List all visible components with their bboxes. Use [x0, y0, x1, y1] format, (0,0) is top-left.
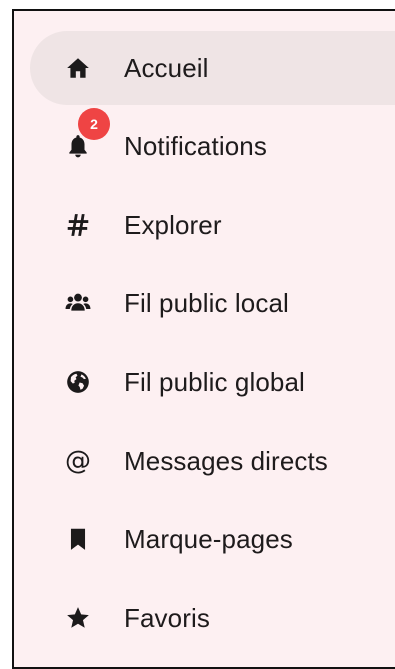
nav-item-notifications[interactable]: 2 Notifications — [14, 108, 395, 183]
nav-item-label: Accueil — [124, 52, 209, 83]
nav-item-label: Marque-pages — [124, 523, 293, 554]
at-icon: @ — [65, 446, 91, 476]
nav-item-label: Fil public local — [124, 287, 289, 318]
nav-item-explore[interactable]: Explorer — [14, 188, 395, 262]
main-navigation: Accueil 2 Notifications Explorer Fil pub… — [14, 11, 395, 656]
nav-item-label: Fil public global — [124, 366, 305, 397]
globe-icon — [60, 364, 96, 400]
nav-item-label: Favoris — [124, 602, 210, 633]
bookmark-icon — [60, 521, 96, 557]
nav-item-local-timeline[interactable]: Fil public local — [14, 266, 395, 340]
nav-item-label: Explorer — [124, 209, 222, 240]
notification-count-badge: 2 — [78, 108, 110, 140]
nav-item-label: Messages directs — [124, 445, 328, 476]
nav-item-favourites[interactable]: Favoris — [14, 581, 395, 655]
users-icon — [60, 285, 96, 321]
star-icon — [60, 600, 96, 636]
nav-item-home[interactable]: Accueil — [30, 31, 395, 105]
home-icon — [60, 50, 96, 86]
nav-item-label: Notifications — [124, 130, 267, 161]
nav-item-bookmarks[interactable]: Marque-pages — [14, 502, 395, 576]
hashtag-icon — [60, 207, 96, 243]
nav-item-direct-messages[interactable]: @ Messages directs — [14, 424, 395, 498]
nav-item-global-timeline[interactable]: Fil public global — [14, 345, 395, 419]
